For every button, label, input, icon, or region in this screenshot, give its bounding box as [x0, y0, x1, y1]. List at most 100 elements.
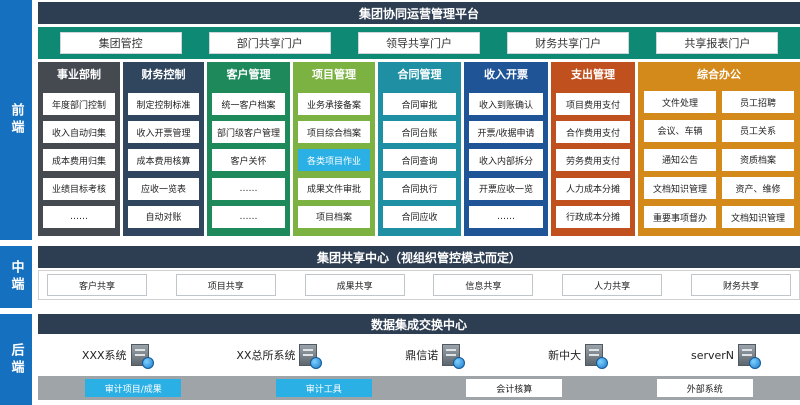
module-customer: 客户管理 统一客户档案 部门级客户管理 客户关怀 …… …… [207, 62, 290, 236]
module-item[interactable]: …… [212, 177, 285, 200]
module-item[interactable]: 项目综合档案 [298, 121, 370, 144]
system-item[interactable]: serverN [690, 344, 762, 369]
module-item[interactable]: 项目档案 [298, 205, 370, 228]
module-title: 财务控制 [141, 68, 186, 81]
module-item[interactable]: 自动对账 [128, 205, 199, 228]
module-title: 客户管理 [226, 68, 271, 81]
server-icon [442, 344, 466, 369]
system-name: 新中大 [548, 349, 582, 362]
module-item[interactable]: 项目费用支付 [556, 93, 630, 116]
portal-finance[interactable]: 财务共享门户 [507, 32, 630, 54]
module-item[interactable]: 文档知识管理 [722, 206, 794, 229]
globe-icon [141, 357, 154, 369]
module-title: 收入开票 [484, 68, 528, 81]
portal-bar: 集团管控 部门共享门户 领导共享门户 财务共享门户 共享报表门户 [38, 27, 800, 59]
external-system-button[interactable]: 外部系统 [656, 379, 753, 397]
module-item[interactable]: 员工招聘 [722, 91, 794, 113]
module-item[interactable]: 制定控制标准 [128, 93, 199, 116]
module-item[interactable]: 合同应收 [383, 205, 456, 228]
system-item[interactable]: 鼎信诺 [405, 344, 466, 369]
shared-item-hr[interactable]: 人力共享 [562, 274, 663, 296]
middle-end-label: 中端 [0, 246, 32, 308]
module-item[interactable]: …… [469, 205, 543, 228]
shared-item-result[interactable]: 成果共享 [304, 274, 405, 296]
accounting-button[interactable]: 会计核算 [466, 379, 563, 397]
module-item[interactable]: 收入开票管理 [128, 121, 199, 144]
audit-tool-button[interactable]: 审计工具 [275, 379, 372, 397]
portal-report[interactable]: 共享报表门户 [656, 32, 779, 54]
module-item[interactable]: 开票/收据申请 [469, 121, 543, 144]
module-item[interactable]: 成果文件审批 [298, 177, 370, 200]
module-item[interactable]: 应收一览表 [128, 177, 199, 200]
back-end-label: 后端 [0, 314, 32, 405]
module-item[interactable]: 会议、车辆 [644, 119, 716, 142]
system-item[interactable]: XXX系统 [81, 344, 154, 369]
server-icon [130, 344, 154, 369]
module-item[interactable]: 统一客户档案 [212, 93, 285, 116]
platform-title: 集团协同运营管理平台 [38, 2, 800, 24]
system-item[interactable]: 新中大 [548, 344, 609, 369]
module-item[interactable]: 收入内部拆分 [469, 149, 543, 172]
system-name: 鼎信诺 [405, 349, 439, 362]
module-item[interactable]: 员工关系 [722, 119, 794, 142]
module-title: 事业部制 [57, 68, 101, 81]
module-item[interactable]: 开票应收一览 [469, 177, 543, 200]
module-item[interactable]: …… [212, 205, 285, 228]
module-item[interactable]: 合同台账 [383, 121, 456, 144]
module-contract: 合同管理 合同审批 合同台账 合同查询 合同执行 合同应收 [378, 62, 461, 236]
module-item[interactable]: 客户关怀 [212, 149, 285, 172]
module-item[interactable]: …… [43, 205, 115, 228]
module-item[interactable]: 成本费用归集 [43, 149, 115, 172]
system-item[interactable]: XX总所系统 [236, 344, 323, 369]
module-item[interactable]: 年度部门控制 [43, 93, 115, 116]
module-title: 支出管理 [571, 68, 615, 81]
portal-group-control[interactable]: 集团管控 [59, 32, 182, 54]
system-name: XX总所系统 [236, 349, 296, 362]
system-name: XXX系统 [81, 349, 127, 362]
globe-icon [453, 357, 466, 369]
module-revenue-invoice: 收入开票 收入到账确认 开票/收据申请 收入内部拆分 开票应收一览 …… [464, 62, 548, 236]
module-item[interactable]: 合同执行 [383, 177, 456, 200]
module-item[interactable]: 行政成本分摊 [556, 205, 630, 228]
module-item[interactable]: 人力成本分摊 [556, 177, 630, 200]
system-name: serverN [690, 348, 735, 362]
shared-item-info[interactable]: 信息共享 [433, 274, 534, 296]
module-item[interactable]: 资产、维修 [722, 177, 794, 200]
portal-department[interactable]: 部门共享门户 [208, 32, 331, 54]
module-item[interactable]: 收入自动归集 [43, 121, 115, 144]
module-item[interactable]: 合作费用支付 [556, 121, 630, 144]
module-title: 综合办公 [697, 68, 741, 81]
module-item[interactable]: 业务承接备案 [298, 93, 370, 116]
shared-item-finance[interactable]: 财务共享 [690, 274, 791, 296]
shared-center-row: 客户共享 项目共享 成果共享 信息共享 人力共享 财务共享 [38, 270, 800, 300]
module-office: 综合办公 文件处理 员工招聘 会议、车辆 员工关系 通知公告 资质档案 文档知识… [638, 62, 800, 236]
module-item[interactable]: 资质档案 [722, 148, 794, 171]
module-expense: 支出管理 项目费用支付 合作费用支付 劳务费用支付 人力成本分摊 行政成本分摊 [551, 62, 635, 236]
front-end-label: 前端 [0, 0, 32, 240]
module-business-division: 事业部制 年度部门控制 收入自动归集 成本费用归集 业绩目标考核 …… [38, 62, 120, 236]
module-title: 合同管理 [397, 68, 442, 81]
module-item[interactable]: 部门级客户管理 [212, 121, 285, 144]
bottom-systems-bar: 审计项目/成果 审计工具 会计核算 外部系统 [38, 376, 800, 400]
module-item[interactable]: 文档知识管理 [644, 177, 716, 200]
portal-leadership[interactable]: 领导共享门户 [357, 32, 480, 54]
module-item[interactable]: 合同查询 [383, 149, 456, 172]
module-item[interactable]: 合同审批 [383, 93, 456, 116]
globe-icon [310, 357, 323, 369]
module-item[interactable]: 业绩目标考核 [43, 177, 115, 200]
module-item[interactable]: 重要事项督办 [644, 206, 716, 229]
module-item[interactable]: 文件处理 [644, 91, 716, 113]
module-title: 项目管理 [312, 68, 356, 81]
module-item[interactable]: 收入到账确认 [469, 93, 543, 116]
module-item[interactable]: 通知公告 [644, 148, 716, 171]
shared-item-project[interactable]: 项目共享 [175, 274, 276, 296]
module-item[interactable]: 成本费用核算 [128, 149, 199, 172]
audit-project-button[interactable]: 审计项目/成果 [85, 379, 182, 397]
globe-icon [596, 357, 609, 369]
server-icon [299, 344, 323, 369]
module-item[interactable]: 劳务费用支付 [556, 149, 630, 172]
module-item-selected[interactable]: 各类项目作业 [298, 149, 370, 172]
module-finance-control: 财务控制 制定控制标准 收入开票管理 成本费用核算 应收一览表 自动对账 [123, 62, 204, 236]
shared-item-customer[interactable]: 客户共享 [47, 274, 147, 296]
server-icon [585, 344, 609, 369]
